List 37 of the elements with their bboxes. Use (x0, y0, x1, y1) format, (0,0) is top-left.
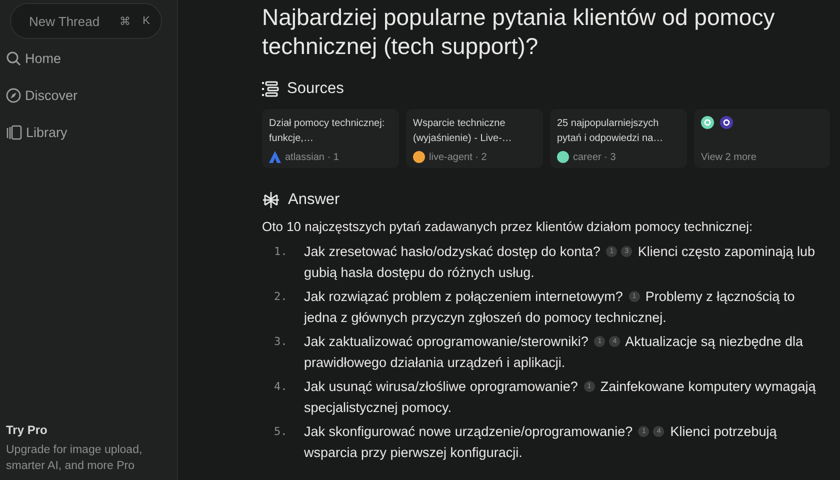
promo-text: Upgrade for image upload, smarter AI, and more Pro (6, 443, 144, 474)
site-icon (413, 151, 425, 163)
site-icon (720, 116, 733, 129)
key-hint: ⌘ (118, 14, 132, 28)
thread-title: Najbardziej popularne pytania klientów od pomocy technicznej (tech support)? (262, 3, 776, 61)
site-icon (269, 151, 281, 163)
source-card[interactable]: Dział pomocy technicznej: funkcje,… atlassian · 1 (262, 109, 399, 168)
key-hint: K (142, 14, 151, 28)
source-card[interactable]: View 2 more (694, 109, 830, 168)
site-icon (701, 116, 714, 129)
list-number: 4. (273, 379, 288, 395)
sources-icon (262, 81, 279, 97)
list-number: 1. (273, 244, 288, 260)
source-site: career · 3 (573, 152, 616, 162)
library-icon (6, 124, 22, 140)
new-thread-button[interactable]: New Thread ⌘ K (10, 3, 162, 39)
list-number: 3. (273, 334, 288, 350)
source-card[interactable]: 25 najpopularniejszych pytań i odpowiedzi na… career · 3 (550, 109, 687, 168)
nav-item[interactable]: Home (6, 47, 177, 69)
promo-title: Try Pro (6, 423, 48, 437)
list-number: 5. (273, 424, 288, 440)
section-heading: Answer (288, 191, 340, 209)
source-site: live-agent · 2 (429, 152, 487, 162)
search-icon (6, 50, 21, 66)
site-icon (557, 151, 569, 163)
nav-item[interactable]: Discover (6, 84, 177, 106)
answer-icon (262, 191, 280, 209)
source-title: Dział pomocy technicznej: funkcje,… (269, 117, 386, 146)
list-number: 2. (273, 289, 288, 305)
source-site: atlassian · 1 (285, 152, 339, 162)
compass-icon (6, 88, 21, 102)
source-card[interactable]: Wsparcie techniczne (wyjaśnienie) - Live-… live-agent · 2 (406, 109, 543, 168)
nav-item[interactable]: Library (6, 121, 177, 143)
section-heading: Sources (287, 80, 344, 98)
source-title: Wsparcie techniczne (wyjaśnienie) - Live-… (413, 117, 513, 146)
source-title: 25 najpopularniejszych pytań i odpowiedzi na… (557, 117, 664, 146)
answer-intro: Oto 10 najczęstszych pytań zadawanych przez klientów działom pomocy technicznej: (262, 218, 754, 236)
